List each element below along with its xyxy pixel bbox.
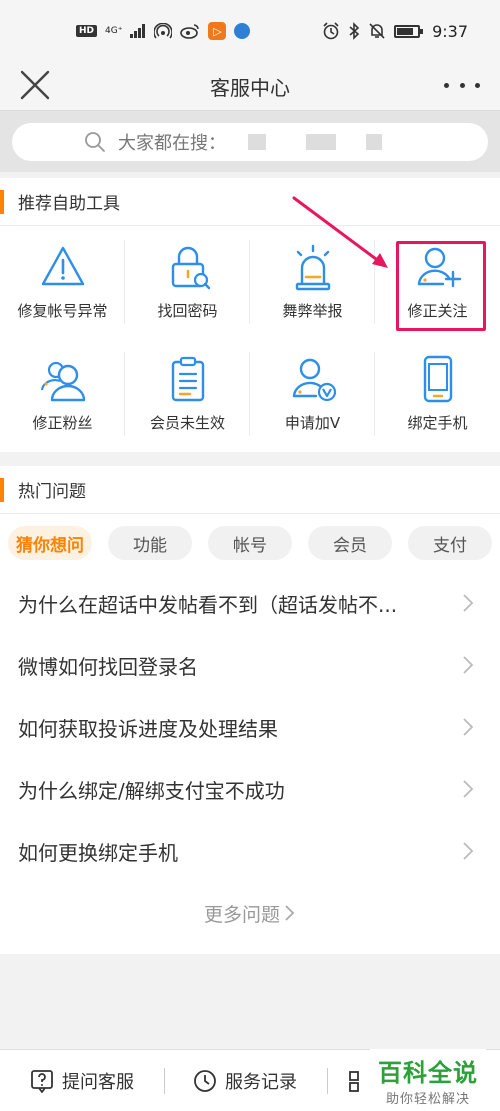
tool-recover-password[interactable]: 找回密码 xyxy=(125,226,250,338)
tool-label: 会员未生效 xyxy=(149,414,225,432)
mute-bell-icon xyxy=(369,23,385,39)
ask-service-button[interactable]: 提问客服 xyxy=(30,1068,134,1094)
close-icon[interactable] xyxy=(18,68,52,102)
alarm-clock-icon xyxy=(323,22,339,40)
tab-features[interactable]: 功能 xyxy=(108,526,192,560)
tool-fix-following[interactable]: 修正关注 xyxy=(375,226,500,338)
alarm-icon xyxy=(295,244,330,291)
browser-notification-icon xyxy=(234,23,251,39)
grid-icon[interactable] xyxy=(348,1069,370,1093)
tool-fix-account[interactable]: 修复帐号异常 xyxy=(0,226,125,338)
blurred-hotword xyxy=(366,134,382,150)
list-item[interactable]: 如何获取投诉进度及处理结果 xyxy=(0,696,500,758)
more-options-icon[interactable] xyxy=(444,70,480,100)
divider xyxy=(327,1067,328,1094)
clipboard-icon xyxy=(171,356,204,402)
tool-label: 修正关注 xyxy=(407,302,468,320)
question-tabs: 猜你想问 功能 帐号 会员 支付 xyxy=(0,514,500,572)
phone-icon xyxy=(423,355,452,403)
tools-grid: 修复帐号异常 找回密码 舞弊举报 修正关注 修正粉丝 会员未生效 申请加V 绑定… xyxy=(0,226,500,450)
tab-guess[interactable]: 猜你想问 xyxy=(8,526,92,560)
hotspot-icon xyxy=(154,23,173,39)
search-placeholder: 大家都在搜： xyxy=(118,133,226,154)
tool-label: 舞弊举报 xyxy=(282,302,343,320)
weibo-icon xyxy=(180,24,200,39)
chevron-right-icon xyxy=(285,905,295,921)
blurred-hotword xyxy=(248,134,266,150)
search-icon xyxy=(85,132,105,152)
hot-section-title: 热门问题 xyxy=(0,466,500,514)
tool-apply-verification[interactable]: 申请加V xyxy=(250,338,375,450)
network-type: 4G⁺ xyxy=(105,25,123,36)
tool-label: 修正粉丝 xyxy=(32,414,93,432)
tool-label: 修复帐号异常 xyxy=(17,302,108,320)
list-item[interactable]: 微博如何找回登录名 xyxy=(0,634,500,696)
watermark-logo: 百科全说 助你轻松解决 xyxy=(370,1049,486,1111)
tool-report-fraud[interactable]: 舞弊举报 xyxy=(250,226,375,338)
chevron-right-icon xyxy=(463,718,474,736)
users-icon xyxy=(40,361,85,402)
question-text: 微博如何找回登录名 xyxy=(18,654,198,679)
lock-search-icon xyxy=(171,246,210,290)
battery-icon xyxy=(394,24,424,38)
clock-icon xyxy=(194,1069,216,1092)
chevron-right-icon xyxy=(463,780,474,798)
tool-membership-inactive[interactable]: 会员未生效 xyxy=(125,338,250,450)
bluetooth-icon xyxy=(349,22,360,40)
tab-payment[interactable]: 支付 xyxy=(408,526,492,560)
tool-label: 绑定手机 xyxy=(407,414,468,432)
more-questions-label: 更多问题 xyxy=(203,903,280,926)
clock-time: 9:37 xyxy=(432,21,468,41)
ask-service-label: 提问客服 xyxy=(62,1071,134,1093)
service-records-button[interactable]: 服务记录 xyxy=(193,1068,297,1094)
question-text: 为什么在超话中发帖看不到（超话发帖不... xyxy=(18,592,398,617)
tools-section-title: 推荐自助工具 xyxy=(0,178,500,226)
question-list: 为什么在超话中发帖看不到（超话发帖不... 微博如何找回登录名 如何获取投诉进度… xyxy=(0,572,500,882)
tab-membership[interactable]: 会员 xyxy=(308,526,392,560)
search-input[interactable]: 大家都在搜： xyxy=(12,123,488,161)
question-bubble-icon xyxy=(31,1069,53,1093)
more-questions-link[interactable]: 更多问题 xyxy=(0,882,500,944)
watermark-main-text: 百科全说 xyxy=(378,1059,478,1087)
signal-icon xyxy=(130,24,146,38)
service-records-label: 服务记录 xyxy=(225,1071,297,1093)
watermark-sub-text: 助你轻松解决 xyxy=(385,1092,470,1107)
list-item[interactable]: 如何更换绑定手机 xyxy=(0,820,500,882)
nav-bar: 客服中心 xyxy=(0,62,500,110)
tab-account[interactable]: 帐号 xyxy=(208,526,292,560)
question-text: 如何获取投诉进度及处理结果 xyxy=(18,716,278,741)
page-title: 客服中心 xyxy=(210,75,290,100)
add-user-icon xyxy=(417,247,461,288)
tool-bind-phone[interactable]: 绑定手机 xyxy=(375,338,500,450)
status-left: HD 4G⁺ ▷ xyxy=(76,22,251,40)
chevron-right-icon xyxy=(463,594,474,612)
app-notification-icon: ▷ xyxy=(208,22,227,40)
status-right: 9:37 xyxy=(322,22,468,41)
tool-label: 找回密码 xyxy=(157,302,218,320)
search-bar: 大家都在搜： xyxy=(0,110,500,172)
list-item[interactable]: 为什么绑定/解绑支付宝不成功 xyxy=(0,758,500,820)
chevron-right-icon xyxy=(463,656,474,674)
hot-questions-section: 热门问题 猜你想问 功能 帐号 会员 支付 为什么在超话中发帖看不到（超话发帖不… xyxy=(0,466,500,954)
tool-fix-fans[interactable]: 修正粉丝 xyxy=(0,338,125,450)
self-service-tools-section: 推荐自助工具 修复帐号异常 找回密码 舞弊举报 修正关注 修正粉丝 会员未生效 … xyxy=(0,178,500,452)
question-text: 如何更换绑定手机 xyxy=(18,840,178,865)
blurred-hotword xyxy=(306,134,336,150)
warning-icon xyxy=(41,246,84,286)
tool-label: 申请加V xyxy=(284,414,341,432)
verify-user-icon xyxy=(292,358,336,402)
chevron-right-icon xyxy=(463,842,474,860)
divider xyxy=(164,1067,165,1094)
status-bar: HD 4G⁺ ▷ 9:37 xyxy=(0,0,500,62)
question-text: 为什么绑定/解绑支付宝不成功 xyxy=(18,778,285,803)
hd-badge: HD xyxy=(76,25,98,37)
list-item[interactable]: 为什么在超话中发帖看不到（超话发帖不... xyxy=(0,572,500,634)
